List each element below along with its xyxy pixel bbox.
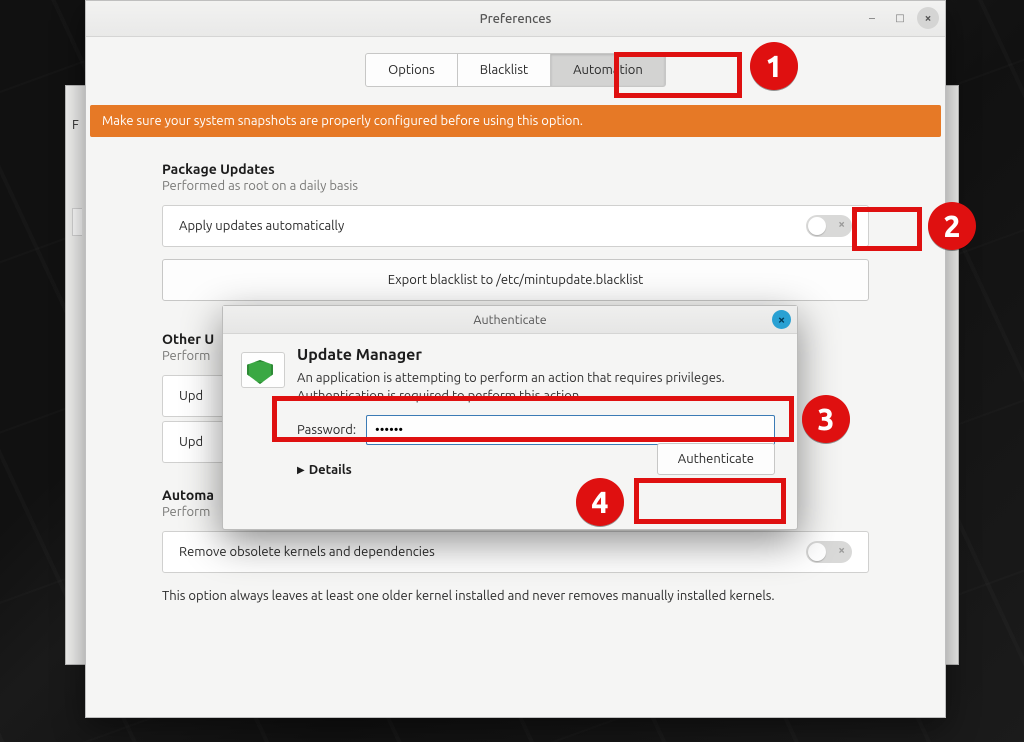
row-label: Upd: [179, 435, 203, 449]
callout-number-4: 4: [576, 478, 624, 526]
authenticate-dialog: Authenticate × Update Manager An applica…: [222, 305, 798, 530]
details-label: Details: [309, 463, 352, 477]
toggle-apply-updates[interactable]: ×: [806, 215, 852, 237]
tab-blacklist[interactable]: Blacklist: [457, 53, 551, 87]
auth-heading: Update Manager: [297, 346, 775, 364]
window-title: Preferences: [86, 12, 945, 26]
section-subtitle: Performed as root on a daily basis: [162, 179, 869, 193]
auth-title: Authenticate: [473, 313, 546, 327]
callout-number-1: 1: [750, 42, 798, 90]
shield-icon: [241, 352, 285, 388]
section-package-updates: Package Updates Performed as root on a d…: [162, 161, 869, 301]
auth-titlebar: Authenticate ×: [223, 306, 797, 334]
row-remove-obsolete: Remove obsolete kernels and dependencies…: [162, 531, 869, 573]
password-input[interactable]: [366, 415, 775, 445]
minimize-button[interactable]: [861, 7, 883, 29]
row-label: Remove obsolete kernels and dependencies: [179, 545, 435, 559]
section-title: Package Updates: [162, 161, 869, 177]
row-label: Apply updates automatically: [179, 219, 344, 233]
auth-message: An application is attempting to perform …: [297, 370, 767, 405]
tab-options[interactable]: Options: [365, 53, 458, 87]
auth-close-button[interactable]: ×: [772, 310, 791, 329]
tab-automation[interactable]: Automation: [550, 53, 666, 87]
maximize-button[interactable]: [889, 7, 911, 29]
toggle-off-icon: ×: [838, 218, 845, 231]
callout-number-2: 2: [928, 202, 976, 250]
row-apply-updates: Apply updates automatically ×: [162, 205, 869, 247]
password-row: Password:: [297, 415, 775, 445]
bg-tab-fragment: [72, 208, 82, 236]
tab-bar: Options Blacklist Automation: [86, 37, 945, 105]
toggle-remove-obsolete[interactable]: ×: [806, 541, 852, 563]
toggle-knob: [808, 543, 826, 561]
auth-button-row: Cancel Authenticate: [566, 443, 775, 475]
close-button[interactable]: [917, 7, 939, 29]
chevron-right-icon: ▶: [297, 464, 305, 476]
button-label: Export blacklist to /etc/mintupdate.blac…: [388, 273, 644, 287]
password-label: Password:: [297, 423, 356, 437]
bg-label: F: [72, 118, 79, 132]
toggle-off-icon: ×: [838, 544, 845, 557]
titlebar: Preferences: [86, 1, 945, 37]
warning-banner: Make sure your system snapshots are prop…: [90, 105, 941, 137]
export-blacklist-button[interactable]: Export blacklist to /etc/mintupdate.blac…: [162, 259, 869, 301]
row-label: Upd: [179, 389, 203, 403]
footnote: This option always leaves at least one o…: [162, 589, 869, 603]
toggle-knob: [808, 217, 826, 235]
window-controls: [861, 7, 939, 29]
callout-number-3: 3: [802, 395, 850, 443]
authenticate-button[interactable]: Authenticate: [657, 443, 775, 475]
